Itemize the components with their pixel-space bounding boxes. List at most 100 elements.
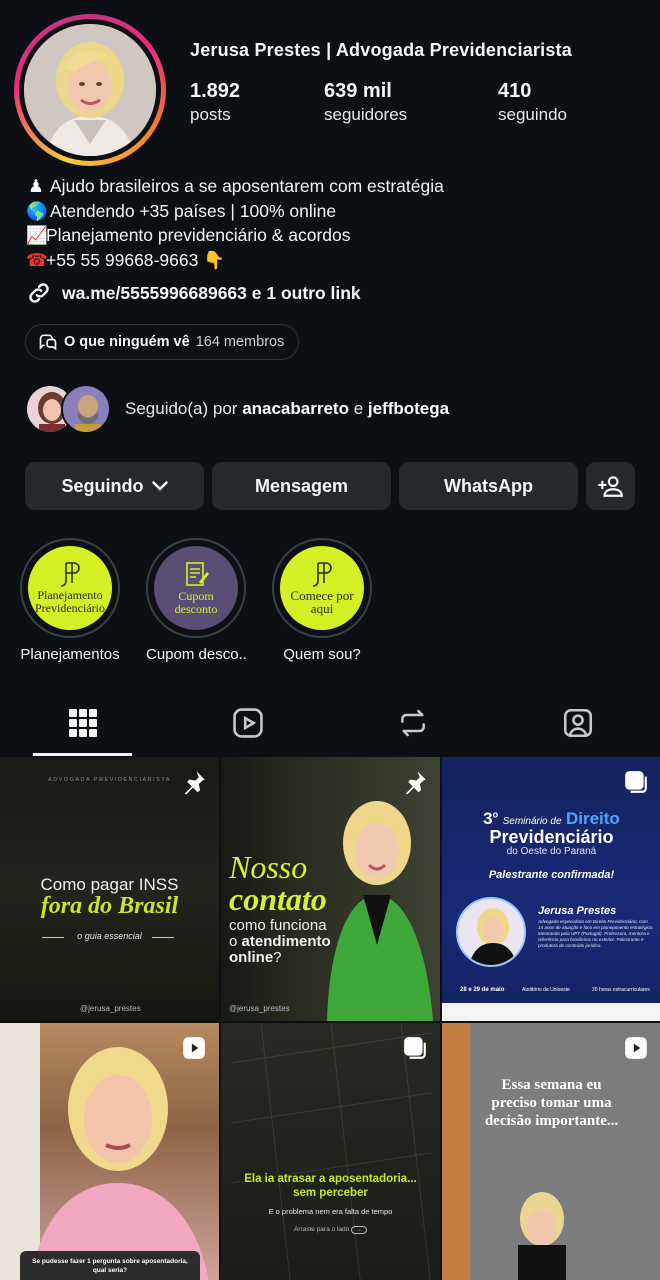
broadcast-channel-pill[interactable]: O que ninguém vê 164 membros <box>25 324 300 360</box>
post-text: o atendimento <box>229 933 331 950</box>
highlight-cover: Cupom desconto <box>154 546 238 630</box>
follower-username[interactable]: anacabarreto <box>242 399 349 418</box>
followed-by-text: Seguido(a) por anacabarreto e jeffbotega <box>125 399 449 419</box>
pin-icon <box>405 771 426 795</box>
message-button[interactable]: Mensagem <box>212 462 391 510</box>
highlight-cover-text: Comece por aqui <box>290 588 354 616</box>
stat-posts[interactable]: 1.892 posts <box>190 80 240 125</box>
stat-following-label: seguindo <box>498 105 568 124</box>
stat-posts-label: posts <box>190 105 231 124</box>
highlight-cover-text: Cupom desconto <box>174 589 218 616</box>
event-dates: 28 e 29 de maio <box>460 987 505 993</box>
bio-phone[interactable]: +55 55 99668-9663 👇 <box>46 250 225 270</box>
post-tile[interactable]: Essa semana eu preciso tomar uma decisão… <box>442 1023 660 1280</box>
channel-name: O que ninguém vê <box>64 334 190 350</box>
followed-by[interactable]: Seguido(a) por anacabarreto e jeffbotega <box>25 384 449 434</box>
person-photo <box>327 801 433 1021</box>
post-tile[interactable]: Se pudesse fazer 1 pergunta sobre aposen… <box>0 1023 219 1280</box>
whatsapp-button-label: WhatsApp <box>444 475 533 496</box>
carousel-icon <box>625 771 647 793</box>
reel-icon <box>183 1037 205 1059</box>
following-button-label: Seguindo <box>61 475 144 496</box>
highlight-item[interactable]: Comece por aqui Quem sou? <box>272 538 372 663</box>
stat-followers-label: seguidores <box>324 105 408 124</box>
profile-link-text: wa.me/5555996689663 e 1 outro link <box>62 282 361 303</box>
profile-name: Jerusa Prestes | Advogada Previdenciaris… <box>190 40 572 60</box>
seminar-region: do Oeste do Paraná <box>506 846 597 857</box>
seminar-direito: Direito <box>565 809 620 828</box>
swipe-hint: Arraste para o lado → <box>221 1226 440 1234</box>
seminar-ordinal: o <box>492 809 499 820</box>
avatar-border <box>19 19 161 161</box>
following-button[interactable]: Seguindo <box>25 462 204 510</box>
avatar[interactable] <box>24 24 156 156</box>
post-title: preciso tomar uma <box>491 1095 612 1111</box>
tab-reels[interactable] <box>165 690 330 756</box>
person-photo <box>0 1023 209 1280</box>
coupon-document-icon <box>186 562 209 586</box>
speaker-bio: Advogada especialista em Direito Previde… <box>538 919 654 948</box>
add-person-icon <box>597 476 623 497</box>
post-tile[interactable]: Ela ia atrasar a aposentadoria... sem pe… <box>221 1023 440 1280</box>
post-text: como funciona <box>229 917 327 934</box>
tab-posts-grid[interactable] <box>0 690 165 756</box>
seminar-confirmed: Palestrante confirmada! <box>488 869 615 881</box>
highlight-ring: Planejamento Previdenciário <box>20 538 120 638</box>
highlight-ring: Comece por aqui <box>272 538 372 638</box>
highlight-cover: Comece por aqui <box>280 546 364 630</box>
reposts-icon <box>400 709 425 737</box>
bio-line: 🌎 Atendendo +35 países | 100% online <box>26 199 444 224</box>
stat-posts-value: 1.892 <box>190 80 241 102</box>
highlight-ring: Cupom desconto <box>146 538 246 638</box>
bio-text: Atendendo +35 países | 100% online <box>46 200 337 221</box>
follower-avatar <box>61 384 111 434</box>
globe-icon: 🌎 <box>26 200 48 221</box>
swipe-hint-text: Arraste para o lado <box>293 1226 350 1233</box>
calendar-background <box>230 1023 432 1280</box>
chevron-down-icon <box>151 481 168 491</box>
telephone-icon: ☎ <box>26 249 48 270</box>
grid-icon <box>68 709 97 737</box>
profile-avatar-ring[interactable] <box>14 14 166 166</box>
chess-pawn-icon: ♟ <box>28 176 44 196</box>
post-handle: @jerusa_prestes <box>80 1004 141 1013</box>
stat-following[interactable]: 410 seguindo <box>498 80 567 125</box>
highlight-item[interactable]: Planejamento Previdenciário Planejamento… <box>20 538 120 663</box>
reels-icon <box>232 708 263 738</box>
post-title: decisão importante... <box>484 1113 619 1129</box>
chart-icon: 📈 <box>26 225 48 245</box>
stat-followers[interactable]: 639 mil seguidores <box>324 80 407 125</box>
tab-reposts[interactable] <box>330 690 495 756</box>
add-person-button[interactable] <box>586 462 635 510</box>
seminar-label: Seminário de <box>502 816 562 827</box>
highlight-label: Planejamentos <box>20 646 120 663</box>
reel-icon <box>625 1037 647 1059</box>
post-title: Como pagar INSS <box>40 875 179 894</box>
profile-link[interactable]: wa.me/5555996689663 e 1 outro link <box>26 280 361 306</box>
highlight-cover-text: Planejamento Previdenciário <box>35 588 105 615</box>
post-tile[interactable]: ADVOGADA PREVIDENCIARISTA Como pagar INS… <box>0 757 219 1021</box>
post-text-part: o <box>229 933 242 950</box>
sponsors-strip <box>442 1003 660 1021</box>
highlight-label: Quem sou? <box>283 646 361 663</box>
follower-username[interactable]: jeffbotega <box>368 399 449 418</box>
whatsapp-button[interactable]: WhatsApp <box>399 462 578 510</box>
post-tile[interactable]: 3o Seminário de Direito Previdenciário d… <box>442 757 660 1021</box>
followed-by-prefix: Seguido(a) por <box>125 399 243 418</box>
post-title-accent: fora do Brasil <box>40 893 179 919</box>
tab-tagged[interactable] <box>495 690 660 756</box>
highlight-item[interactable]: Cupom desconto Cupom desco... <box>146 538 246 663</box>
highlight-label: Cupom desco... <box>146 646 246 663</box>
channel-members: 164 membros <box>195 334 285 350</box>
pin-icon <box>184 771 205 795</box>
post-title-accent: Ela ia atrasar a aposentadoria... <box>244 1173 417 1185</box>
stat-following-value: 410 <box>498 80 532 102</box>
post-title: Essa semana eu <box>501 1077 602 1093</box>
event-hours: 20 horas extracurriculares <box>592 987 650 993</box>
jp-monogram-icon <box>312 562 332 587</box>
jp-monogram-icon <box>60 562 80 587</box>
post-title-accent: contato <box>229 881 327 917</box>
speaker-photo <box>456 897 526 967</box>
seminar-number: 3 <box>483 809 493 828</box>
post-tile[interactable]: Nosso contato como funciona o atendiment… <box>221 757 440 1021</box>
